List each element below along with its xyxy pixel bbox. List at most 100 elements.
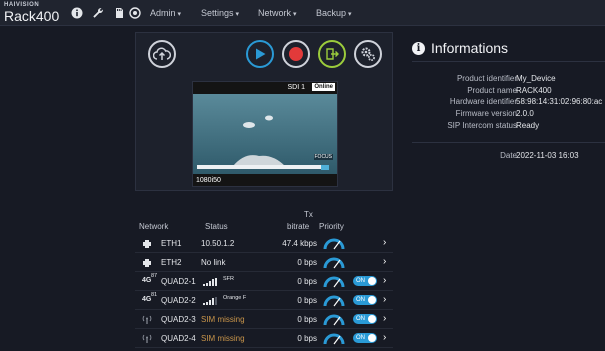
tx-bitrate: 47.4 kbps <box>282 239 317 248</box>
info-value: My_Device <box>516 74 556 83</box>
info-row: SIP Intercom status Ready <box>412 121 605 132</box>
brand-logo[interactable]: HAIVISION Rack400 <box>4 2 59 24</box>
col-tx: Tx <box>304 210 313 219</box>
wrench-icon[interactable] <box>92 6 104 18</box>
divider <box>412 142 605 143</box>
priority-gauge-icon[interactable] <box>323 236 345 252</box>
settings-button[interactable] <box>354 40 382 68</box>
priority-gauge-icon[interactable] <box>323 255 345 271</box>
menu-settings[interactable]: Settings <box>201 8 239 18</box>
ethernet-icon <box>142 258 156 269</box>
table-row[interactable]: QUAD2-3 SIM missing 0 bps ON › <box>135 310 393 329</box>
record-icon <box>289 47 303 61</box>
info-row: Product identifier My_Device <box>412 74 605 85</box>
enable-toggle[interactable]: ON <box>353 276 377 286</box>
control-panel: SDI 1 Online FOCUS 1080i50 <box>135 32 393 191</box>
network-name: ETH2 <box>161 258 182 267</box>
info-value: 58:98:14:31:02:96:80:ac <box>516 97 603 106</box>
antenna-icon <box>142 315 156 326</box>
export-button[interactable] <box>318 40 346 68</box>
top-bar: HAIVISION Rack400 Admin Settings Network… <box>0 0 605 26</box>
brand-product: Rack400 <box>4 8 60 24</box>
play-icon <box>256 48 266 60</box>
col-status: Status <box>205 222 228 231</box>
row-expand-chevron[interactable]: › <box>383 256 386 267</box>
col-network: Network <box>139 222 169 231</box>
info-value: Ready <box>516 121 540 130</box>
info-row-date: Date 2022-11-03 16:03 <box>412 151 605 162</box>
preview-image <box>193 82 337 186</box>
antenna-icon <box>142 334 156 345</box>
carrier-name: SFR <box>223 276 234 282</box>
info-heading: i Informations <box>412 40 508 56</box>
info-key: Firmware version <box>455 109 517 118</box>
row-expand-chevron[interactable]: › <box>383 294 386 305</box>
ethernet-icon <box>142 239 156 250</box>
tx-bitrate: 0 bps <box>297 258 317 267</box>
signal-strength: 81 <box>151 292 158 298</box>
enable-toggle[interactable]: ON <box>353 295 377 305</box>
network-status: No link <box>201 258 226 267</box>
info-value: 2.0.0 <box>516 109 534 118</box>
info-row: Hardware identifier 58:98:14:31:02:96:80… <box>412 97 605 108</box>
settings-circle-icon[interactable] <box>129 6 141 19</box>
info-value: 2022-11-03 16:03 <box>516 151 579 160</box>
tx-bitrate: 0 bps <box>297 315 317 324</box>
col-bitrate: bitrate <box>287 222 310 231</box>
table-row[interactable]: ETH1 10.50.1.2 47.4 kbps › <box>135 234 393 253</box>
network-name: QUAD2-1 <box>161 277 196 286</box>
network-name: QUAD2-3 <box>161 315 196 324</box>
cloud-upload-icon <box>153 47 171 60</box>
menu-backup[interactable]: Backup <box>316 8 352 18</box>
carrier-name: Orange F <box>223 295 247 301</box>
signal-bars-icon <box>203 297 219 307</box>
info-title: Informations <box>431 40 509 56</box>
network-status: SIM missing <box>201 315 245 324</box>
tx-bitrate: 0 bps <box>297 277 317 286</box>
table-row[interactable]: 4G 87 QUAD2-1 SFR 0 bps ON › <box>135 272 393 291</box>
info-row: Product name RACK400 <box>412 86 605 97</box>
menu-admin[interactable]: Admin <box>150 8 181 18</box>
priority-gauge-icon[interactable] <box>323 293 345 309</box>
divider <box>412 61 605 62</box>
row-expand-chevron[interactable]: › <box>383 237 386 248</box>
priority-gauge-icon[interactable] <box>323 331 345 347</box>
table-row[interactable]: ETH2 No link 0 bps › <box>135 253 393 272</box>
record-button[interactable] <box>282 40 310 68</box>
network-name: QUAD2-2 <box>161 296 196 305</box>
signal-bars-icon <box>203 278 219 288</box>
network-name: QUAD2-4 <box>161 334 196 343</box>
info-key: SIP Intercom status <box>447 121 517 130</box>
menu-network[interactable]: Network <box>258 8 296 18</box>
cloud-upload-button[interactable] <box>148 40 176 68</box>
info-key: Hardware identifier <box>449 97 517 106</box>
network-name: ETH1 <box>161 239 182 248</box>
play-button[interactable] <box>246 40 274 68</box>
gears-icon <box>361 47 375 61</box>
row-expand-chevron[interactable]: › <box>383 332 386 343</box>
network-status: SIM missing <box>201 334 245 343</box>
col-priority: Priority <box>319 222 344 231</box>
info-icon[interactable] <box>71 6 83 19</box>
watermark-label: FOCUS <box>313 154 333 160</box>
info-circle-icon: i <box>412 41 425 55</box>
info-key: Product identifier <box>456 74 517 83</box>
table-row[interactable]: QUAD2-4 SIM missing 0 bps ON › <box>135 329 393 348</box>
table-row[interactable]: 4G 81 QUAD2-2 Orange F 0 bps ON › <box>135 291 393 310</box>
video-format: 1080i50 <box>196 177 221 184</box>
enable-toggle[interactable]: ON <box>353 333 377 343</box>
info-value: RACK400 <box>516 86 552 95</box>
row-expand-chevron[interactable]: › <box>383 313 386 324</box>
network-status: 10.50.1.2 <box>201 239 235 248</box>
priority-gauge-icon[interactable] <box>323 274 345 290</box>
row-expand-chevron[interactable]: › <box>383 275 386 286</box>
tx-bitrate: 0 bps <box>297 296 317 305</box>
input-label: SDI 1 <box>287 84 305 91</box>
signal-strength: 87 <box>151 273 158 279</box>
sd-card-icon[interactable] <box>113 6 125 18</box>
video-preview[interactable]: SDI 1 Online FOCUS 1080i50 <box>192 81 338 187</box>
priority-gauge-icon[interactable] <box>323 312 345 328</box>
info-key: Date <box>500 151 517 160</box>
status-badge: Online <box>312 83 335 91</box>
enable-toggle[interactable]: ON <box>353 314 377 324</box>
